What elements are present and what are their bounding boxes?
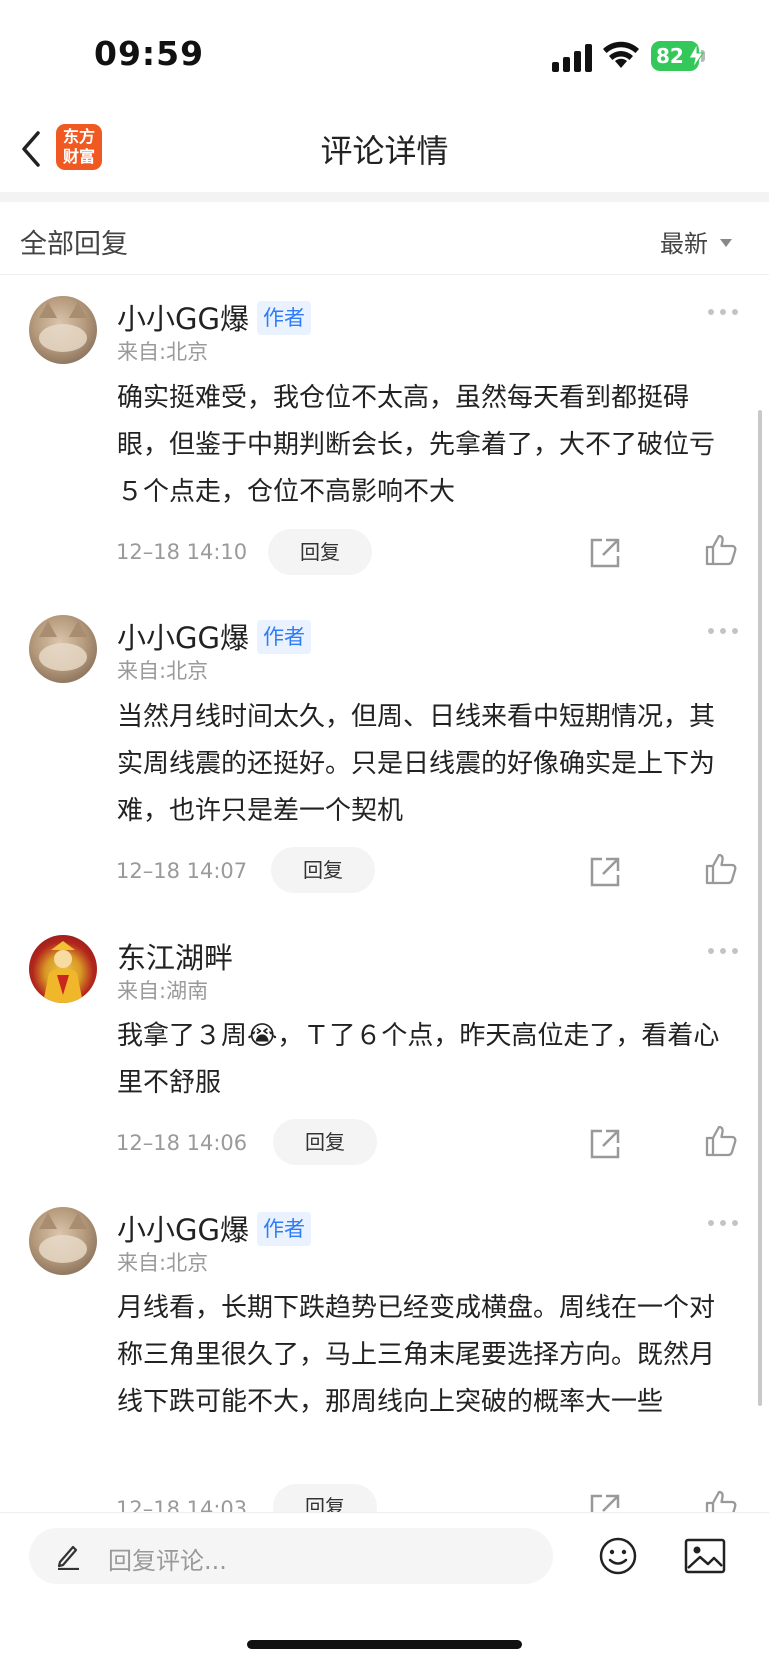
comment-location: 来自:北京 (117, 659, 209, 683)
reply-input[interactable]: 回复评论... (29, 1528, 553, 1584)
nav-divider (0, 192, 769, 202)
avatar[interactable] (29, 296, 97, 364)
comment-username[interactable]: 小小GG爆 作者 (117, 615, 311, 657)
comment-text: 我拿了３周😭，Ｔ了６个点，昨天高位走了，看着心里不舒服 (117, 1021, 720, 1098)
comment-location: 来自:北京 (117, 340, 209, 364)
thumbs-up-icon[interactable] (704, 1124, 738, 1158)
more-dots-icon[interactable] (707, 307, 739, 317)
author-badge: 作者 (256, 620, 311, 654)
reply-button[interactable]: 回复 (268, 529, 372, 575)
share-icon[interactable] (588, 1127, 622, 1161)
sort-label: 最新 (660, 230, 708, 258)
more-dots-icon[interactable] (707, 1218, 739, 1228)
home-indicator (247, 1640, 522, 1649)
avatar[interactable] (29, 1207, 97, 1275)
avatar[interactable] (29, 935, 97, 1003)
cellular-signal-icon (552, 44, 592, 72)
username-text: 小小GG爆 (117, 621, 249, 655)
reply-input-placeholder: 回复评论... (108, 1547, 227, 1575)
emoji-icon[interactable] (598, 1536, 638, 1576)
avatar[interactable] (29, 615, 97, 683)
share-icon[interactable] (588, 855, 622, 889)
username-text: 小小GG爆 (117, 302, 249, 336)
author-badge: 作者 (256, 301, 311, 335)
comment-time: 12–18 14:07 (116, 859, 248, 883)
image-icon[interactable] (684, 1538, 726, 1574)
scrollbar[interactable] (758, 410, 762, 1406)
section-divider (0, 274, 769, 275)
sort-dropdown[interactable]: 最新 (660, 224, 732, 259)
comment-location: 来自:湖南 (117, 979, 209, 1003)
caret-down-icon (720, 239, 732, 247)
comment-username[interactable]: 小小GG爆 作者 (117, 1207, 311, 1249)
thumbs-up-icon[interactable] (704, 533, 738, 567)
pencil-icon (57, 1545, 79, 1570)
comment-time: 12–18 14:06 (116, 1131, 248, 1155)
avatar-figure (43, 941, 83, 1003)
comment-username[interactable]: 小小GG爆 作者 (117, 296, 311, 338)
reply-button[interactable]: 回复 (273, 1119, 377, 1165)
author-badge: 作者 (256, 1212, 311, 1246)
battery-icon: 82 (651, 41, 707, 71)
share-icon[interactable] (588, 536, 622, 570)
wifi-icon (603, 41, 639, 68)
reply-button[interactable]: 回复 (271, 847, 375, 893)
section-title: 全部回复 (20, 229, 128, 260)
comment-text: 确实挺难受，我仓位不太高，虽然每天看到都挺碍眼，但鉴于中期判断会长，先拿着了，大… (117, 383, 716, 507)
more-dots-icon[interactable] (707, 946, 739, 956)
comment-username[interactable]: 东江湖畔 (117, 935, 233, 977)
username-text: 小小GG爆 (117, 1213, 249, 1247)
comment-time: 12–18 14:10 (116, 540, 248, 564)
comment-text: 当然月线时间太久，但周、日线来看中短期情况，其实周线震的还挺好。只是日线震的好像… (117, 702, 716, 826)
status-time: 09:59 (94, 34, 205, 73)
page-title: 评论详情 (320, 132, 449, 170)
thumbs-up-icon[interactable] (704, 852, 738, 886)
more-dots-icon[interactable] (707, 626, 739, 636)
comment-text: 月线看，长期下跌趋势已经变成横盘。周线在一个对称三角里很久了，马上三角末尾要选择… (117, 1293, 716, 1417)
charging-bolt-icon (688, 44, 704, 68)
comment-location: 来自:北京 (117, 1251, 209, 1275)
